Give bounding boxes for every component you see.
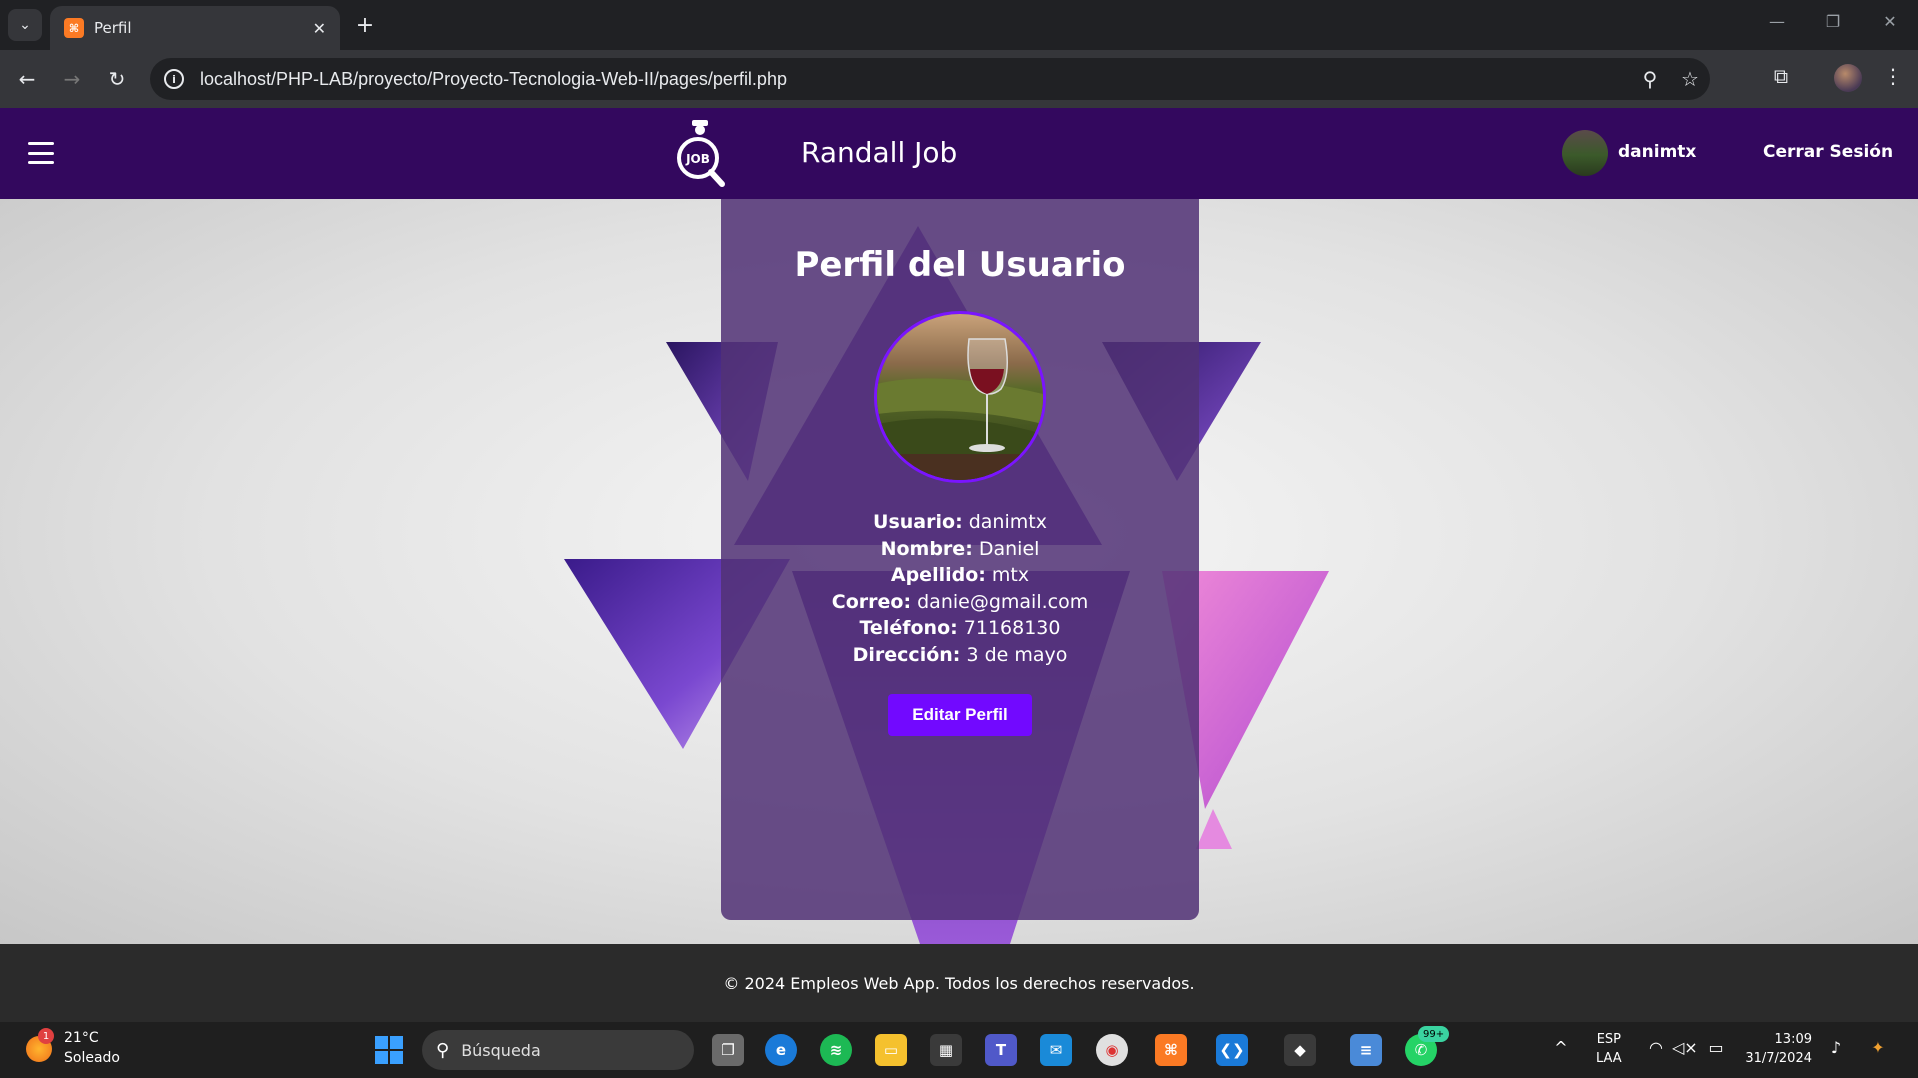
git-icon[interactable]: ◆	[1284, 1034, 1316, 1066]
browser-menu-icon[interactable]: ⋮	[1876, 64, 1910, 88]
mail-icon[interactable]: ✉	[1040, 1034, 1072, 1066]
hamburger-menu-icon[interactable]	[28, 142, 54, 164]
profile-photo	[874, 311, 1046, 483]
clock-date: 31/7/2024	[1745, 1051, 1812, 1066]
profile-title: Perfil del Usuario	[794, 245, 1126, 285]
vscode-icon[interactable]: ❮❯	[1216, 1034, 1248, 1066]
close-tab-icon[interactable]: ✕	[313, 19, 326, 38]
xampp-icon[interactable]: ⌘	[1155, 1034, 1187, 1066]
file-explorer-icon[interactable]: ▭	[875, 1034, 907, 1066]
chevron-up-icon[interactable]: ^	[1549, 1038, 1573, 1057]
profile-info: Usuario: danimtx Nombre: Daniel Apellido…	[721, 509, 1199, 669]
url-text[interactable]: localhost/PHP-LAB/proyecto/Proyecto-Tecn…	[200, 69, 1630, 90]
bookmark-star-icon[interactable]: ☆	[1670, 67, 1710, 91]
windows-taskbar: 1 21°C Soleado ⚲ Búsqueda ❐ e ≋ ▭ ▦ T ✉ …	[0, 1022, 1918, 1078]
svg-text:JOB: JOB	[685, 152, 710, 166]
xampp-favicon-icon: ⌘	[64, 18, 84, 38]
edge-icon[interactable]: e	[765, 1034, 797, 1066]
wifi-icon[interactable]: ◠	[1644, 1038, 1668, 1057]
browser-tab[interactable]: ⌘ Perfil ✕	[50, 6, 340, 50]
browser-tab-bar: ⌄ ⌘ Perfil ✕ + — ❐ ✕	[0, 0, 1918, 50]
edit-profile-button[interactable]: Editar Perfil	[888, 694, 1032, 736]
keyboard-layout: LAA	[1596, 1051, 1622, 1066]
clock[interactable]: 13:09 31/7/2024	[1742, 1030, 1812, 1068]
new-tab-button[interactable]: +	[350, 10, 380, 40]
site-title: Randall Job	[801, 136, 958, 169]
site-header: JOB Randall Job danimtx Cerrar Sesión	[0, 108, 1918, 199]
footer-copyright: © 2024 Empleos Web App. Todos los derech…	[723, 973, 1195, 993]
triangle-small-pink	[1196, 809, 1232, 849]
restore-icon[interactable]: ❐	[1813, 12, 1853, 31]
taskbar-search-label: Búsqueda	[461, 1040, 541, 1060]
site-footer: © 2024 Empleos Web App. Todos los derech…	[0, 944, 1918, 1022]
back-arrow-icon[interactable]: ←	[12, 64, 42, 94]
notepad-icon[interactable]: ≡	[1350, 1034, 1382, 1066]
logout-link[interactable]: Cerrar Sesión	[1763, 142, 1893, 162]
profile-card: Perfil del Usuario Usuario: danimtx Nomb…	[721, 199, 1199, 920]
profile-field-direccion: Dirección: 3 de mayo	[852, 643, 1068, 666]
minimize-icon[interactable]: —	[1757, 12, 1797, 31]
tab-search-button[interactable]: ⌄	[8, 9, 42, 41]
copilot-icon[interactable]: ✦	[1866, 1038, 1890, 1057]
profile-field-correo: Correo: danie@gmail.com	[831, 590, 1089, 613]
teams-icon[interactable]: T	[985, 1034, 1017, 1066]
windows-start-icon[interactable]	[375, 1036, 403, 1064]
window-close-icon[interactable]: ✕	[1870, 12, 1910, 31]
extensions-icon[interactable]: ⧉	[1764, 64, 1798, 88]
main-content: Perfil del Usuario Usuario: danimtx Nomb…	[0, 199, 1918, 944]
weather-badge: 1	[38, 1028, 54, 1044]
whatsapp-badge: 99+	[1418, 1026, 1450, 1042]
profile-field-nombre: Nombre: Daniel	[880, 537, 1040, 560]
language-indicator[interactable]: ESP LAA	[1596, 1030, 1622, 1068]
taskbar-search[interactable]: ⚲ Búsqueda	[422, 1030, 694, 1070]
browser-toolbar: ← → ↻ i localhost/PHP-LAB/proyecto/Proye…	[0, 50, 1918, 108]
site-info-icon[interactable]: i	[164, 69, 184, 89]
weather-temperature[interactable]: 21°C	[64, 1030, 99, 1046]
volume-muted-icon[interactable]: ◁×	[1672, 1038, 1698, 1057]
language-code: ESP	[1596, 1032, 1621, 1047]
user-avatar[interactable]	[1562, 130, 1608, 176]
spotify-icon[interactable]: ≋	[820, 1034, 852, 1066]
chrome-icon[interactable]: ◉	[1096, 1034, 1128, 1066]
microsoft-store-icon[interactable]: ▦	[930, 1034, 962, 1066]
reload-icon[interactable]: ↻	[102, 64, 132, 94]
search-icon: ⚲	[436, 1039, 450, 1061]
weather-description[interactable]: Soleado	[64, 1050, 120, 1066]
profile-field-usuario: Usuario: danimtx	[873, 511, 1047, 533]
header-username[interactable]: danimtx	[1618, 142, 1696, 162]
address-bar[interactable]: i localhost/PHP-LAB/proyecto/Proyecto-Te…	[150, 58, 1710, 100]
notification-bell-icon[interactable]: ♪	[1824, 1038, 1848, 1057]
forward-arrow-icon[interactable]: →	[57, 64, 87, 94]
clock-time: 13:09	[1774, 1032, 1812, 1047]
profile-field-apellido: Apellido: mtx	[890, 564, 1030, 587]
task-view-icon[interactable]: ❐	[712, 1034, 744, 1066]
zoom-icon[interactable]: ⚲	[1630, 67, 1670, 91]
browser-profile-avatar[interactable]	[1834, 64, 1862, 92]
wine-glass-photo	[877, 314, 1043, 480]
profile-field-telefono: Teléfono: 71168130	[859, 617, 1061, 640]
job-logo-icon: JOB	[677, 120, 725, 187]
tab-title: Perfil	[94, 19, 132, 37]
battery-icon[interactable]: ▭	[1704, 1038, 1728, 1057]
